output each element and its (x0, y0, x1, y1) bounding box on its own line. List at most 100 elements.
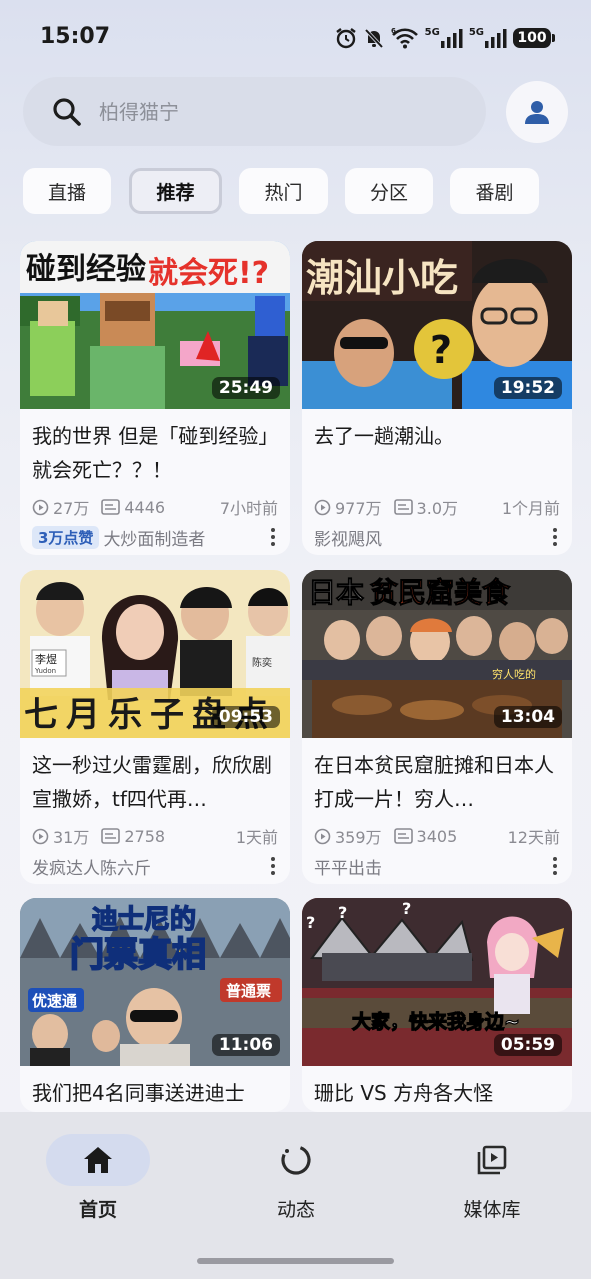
view-count: 27万 (32, 495, 89, 519)
danmaku-icon (393, 828, 413, 844)
video-card[interactable]: 李煜 Yudon 陈奕 七月乐子盘点 09:53 这一秒过火雷霆剧，欣欣剧宣撒娇… (20, 570, 290, 884)
tab-bangumi[interactable]: 番剧 (450, 168, 539, 214)
video-title[interactable]: 我的世界 但是「碰到经验」就会死亡？？！ (32, 419, 276, 487)
danmaku-count: 3.0万 (393, 495, 458, 519)
home-icon (84, 1147, 112, 1173)
thumbnail-text: 就会死!? (148, 256, 269, 291)
avatar[interactable] (506, 81, 568, 143)
video-title[interactable]: 在日本贫民窟脏摊和日本人打成一片！穷人… (314, 748, 558, 816)
thumbnail-text: 普通票 (226, 982, 271, 1000)
video-meta: 27万 4446 7小时前 (32, 496, 278, 518)
video-duration: 09:53 (211, 706, 280, 728)
wifi-icon: 6 (391, 27, 418, 49)
more-options-icon[interactable] (268, 525, 278, 549)
danmaku-count: 4446 (101, 498, 165, 517)
search-input[interactable] (97, 98, 431, 125)
thumbnail-text: 优速通 (32, 992, 77, 1010)
thumbnail-text: 潮汕小吃 (306, 256, 458, 300)
nav-media-library[interactable]: 媒体库 (432, 1134, 552, 1222)
signal-1-label: 5G (424, 27, 440, 38)
video-thumbnail[interactable]: 李煜 Yudon 陈奕 七月乐子盘点 09:53 (20, 570, 290, 738)
video-card[interactable]: 碰到经验 就会死!? 25:49 我的世界 但是「碰到经验」就会死亡？？！ 27… (20, 241, 290, 555)
video-duration: 13:04 (493, 706, 562, 728)
more-options-icon[interactable] (268, 854, 278, 878)
mute-bell-icon (364, 28, 383, 49)
danmaku-count-text: 4446 (124, 497, 166, 517)
author-row: 发疯达人陈六斤 (32, 854, 278, 879)
thumbnail-text: 碰到经验 (26, 252, 146, 287)
bottom-navigation: 首页 动态 媒体库 (0, 1112, 591, 1279)
video-meta: 977万 3.0万 1个月前 (314, 496, 560, 518)
danmaku-count: 2758 (101, 827, 165, 846)
play-count-icon (32, 499, 49, 515)
author-name[interactable]: 影视飓风 (314, 525, 382, 550)
video-thumbnail[interactable]: 潮汕小吃 ? 19:52 (302, 241, 572, 409)
author-row: 平平出击 (314, 854, 560, 879)
upload-time: 1个月前 (501, 499, 560, 518)
video-thumbnail[interactable]: ? ? ? 大家，快来我身边~ 05:59 (302, 898, 572, 1066)
tab-recommend[interactable]: 推荐 (129, 168, 222, 214)
battery-indicator: 100 (513, 28, 555, 48)
danmaku-icon (101, 499, 121, 515)
danmaku-count-text: 3405 (416, 826, 458, 846)
video-meta: 359万 3405 12天前 (314, 825, 560, 847)
video-thumbnail[interactable]: 碰到经验 就会死!? 25:49 (20, 241, 290, 409)
view-count: 977万 (314, 495, 382, 519)
danmaku-count-text: 3.0万 (416, 499, 458, 518)
signal-1: 5G (425, 28, 463, 48)
author-name[interactable]: 发疯达人陈六斤 (32, 854, 151, 879)
nav-home-highlight (46, 1134, 150, 1186)
video-title[interactable]: 珊比 VS 方舟各大怪 (314, 1076, 558, 1112)
danmaku-icon (101, 828, 121, 844)
view-count-text: 359万 (335, 828, 382, 847)
play-count-icon (314, 499, 331, 515)
thumbnail-text: Yudon (34, 667, 56, 675)
video-thumbnail[interactable]: 日本 贫民窟美食 穷人吃的 13:04 (302, 570, 572, 738)
signal-2: 5G (469, 28, 507, 48)
view-count-text: 977万 (335, 499, 382, 518)
video-duration: 11:06 (211, 1034, 280, 1056)
more-options-icon[interactable] (550, 525, 560, 549)
nav-home[interactable]: 首页 (38, 1134, 158, 1222)
svg-text:?: ? (338, 903, 347, 922)
video-thumbnail[interactable]: 迪士尼的 门票真相 优速通 普通票 11:06 (20, 898, 290, 1066)
nav-activity[interactable]: 动态 (236, 1134, 356, 1222)
like-badge: 3万点赞 (32, 525, 100, 549)
author-name[interactable]: 平平出击 (314, 854, 382, 879)
svg-text:?: ? (430, 328, 452, 372)
thumbnail-text: 穷人吃的 (492, 667, 536, 681)
home-indicator[interactable] (197, 1258, 394, 1264)
video-card[interactable]: 迪士尼的 门票真相 优速通 普通票 11:06 我们把4名同事送进迪士 (20, 898, 290, 1112)
status-time: 15:07 (40, 24, 111, 49)
author-name[interactable]: 大炒面制造者 (103, 525, 205, 550)
view-count: 359万 (314, 824, 382, 848)
video-card[interactable]: ? ? ? 大家，快来我身边~ 05:59 珊比 VS 方舟各大怪 (302, 898, 572, 1112)
media-library-icon (477, 1145, 507, 1175)
video-title[interactable]: 这一秒过火雷霆剧，欣欣剧宣撒娇，tf四代再… (32, 748, 276, 816)
search-icon (53, 97, 81, 126)
svg-text:?: ? (306, 913, 315, 932)
nav-media-library-label: 媒体库 (463, 1199, 521, 1221)
status-bar: 15:07 6 5G 5G 100 (0, 0, 591, 76)
danmaku-count-text: 2758 (124, 826, 166, 846)
more-options-icon[interactable] (550, 854, 560, 878)
danmaku-count: 3405 (393, 826, 458, 846)
video-duration: 19:52 (493, 377, 562, 399)
play-count-icon (32, 828, 49, 844)
search-bar[interactable] (23, 77, 486, 146)
play-count-icon (314, 828, 331, 844)
danmaku-icon (393, 499, 413, 515)
nav-home-label: 首页 (78, 1199, 117, 1221)
user-icon (525, 101, 549, 124)
video-title[interactable]: 去了一趟潮汕。 (314, 419, 558, 487)
view-count: 31万 (32, 824, 89, 848)
video-card[interactable]: 潮汕小吃 ? 19:52 去了一趟潮汕。 977万 3.0万 1个月前 影视飓风 (302, 241, 572, 555)
video-card[interactable]: 日本 贫民窟美食 穷人吃的 13:04 在日本贫民窟脏摊和日本人打成一片！穷人…… (302, 570, 572, 884)
tab-category[interactable]: 分区 (345, 168, 433, 214)
tab-live[interactable]: 直播 (23, 168, 111, 214)
view-count-text: 31万 (53, 828, 90, 847)
tab-hot[interactable]: 热门 (239, 168, 328, 214)
upload-time: 7小时前 (219, 499, 278, 518)
video-title[interactable]: 我们把4名同事送进迪士 (32, 1076, 276, 1112)
signal-bars-icon (440, 29, 463, 48)
